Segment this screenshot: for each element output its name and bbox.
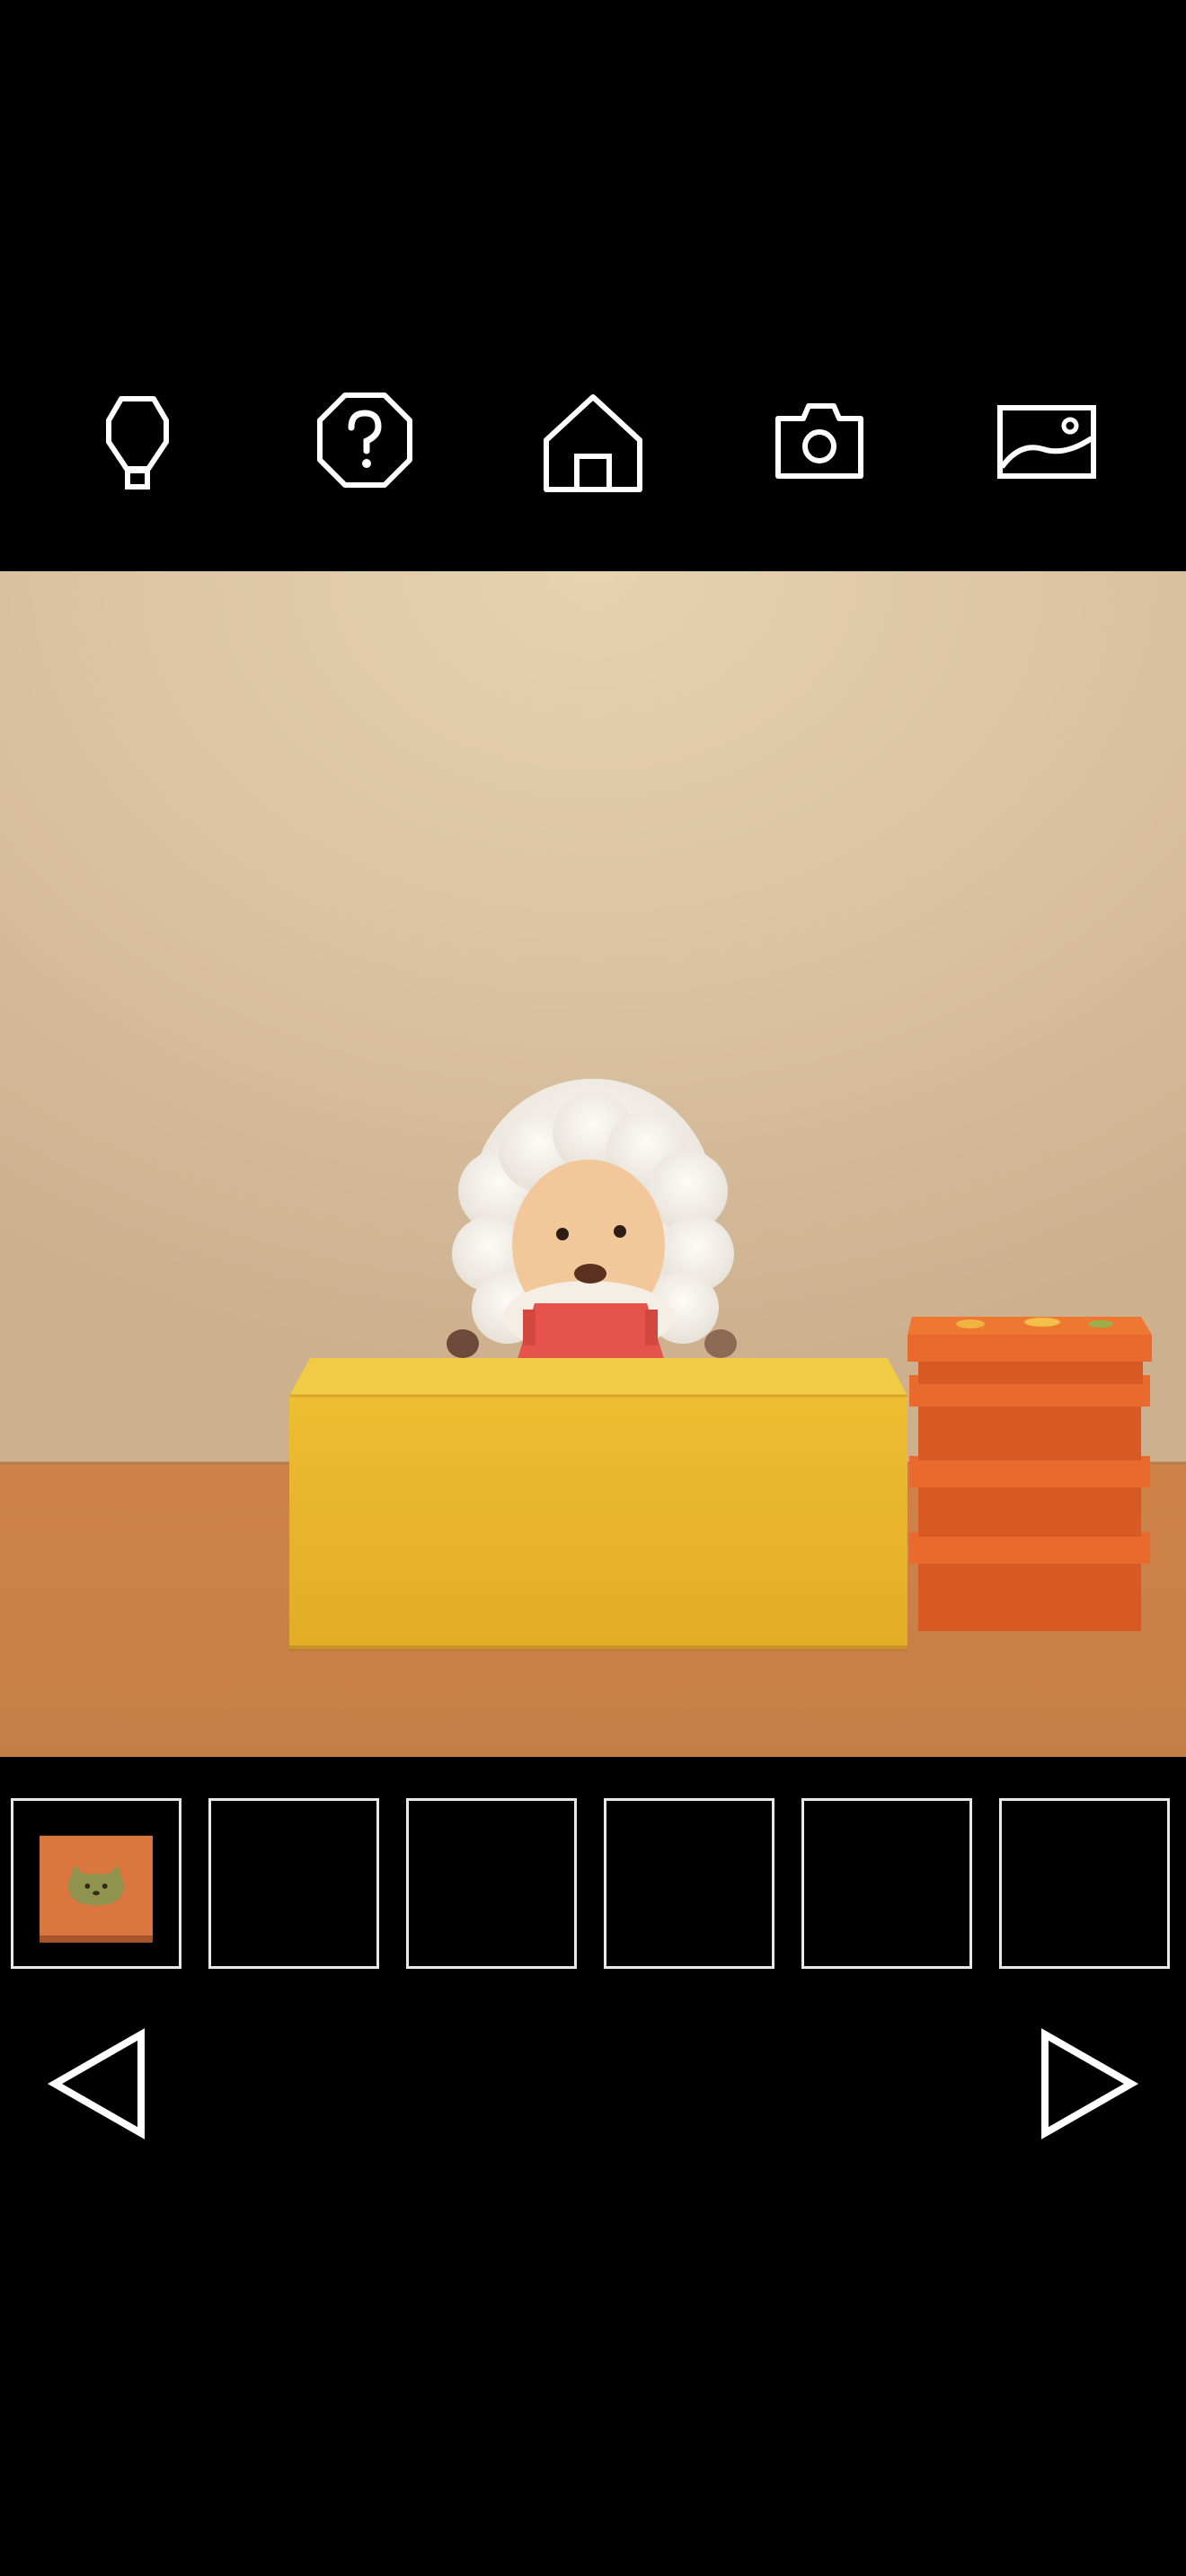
help-button[interactable] xyxy=(311,377,419,503)
inventory-slot-3[interactable] xyxy=(406,1798,577,1969)
camera-icon xyxy=(775,403,863,479)
orange-box-stack[interactable] xyxy=(907,1317,1152,1631)
orange-box-item-icon xyxy=(40,1835,153,1943)
home-icon xyxy=(544,394,642,492)
camera-button[interactable] xyxy=(766,377,873,503)
question-octagon-icon xyxy=(317,393,412,488)
hint-button[interactable] xyxy=(84,377,191,503)
inventory-bar xyxy=(0,1798,1186,1978)
triangle-left-icon xyxy=(47,2028,145,2139)
toolbar xyxy=(0,377,1186,503)
lightbulb-icon xyxy=(106,396,169,490)
yellow-box[interactable] xyxy=(289,1358,907,1651)
triangle-right-icon xyxy=(1041,2028,1139,2139)
image-gallery-icon xyxy=(997,405,1096,479)
inventory-slot-1[interactable] xyxy=(11,1798,181,1969)
home-button[interactable] xyxy=(539,377,647,503)
inventory-slot-2[interactable] xyxy=(208,1798,379,1969)
inventory-slot-5[interactable] xyxy=(801,1798,972,1969)
inventory-slot-4[interactable] xyxy=(604,1798,774,1969)
gallery-button[interactable] xyxy=(993,377,1101,503)
scene-illustration xyxy=(0,571,1186,1757)
game-scene[interactable] xyxy=(0,571,1186,1757)
next-view-button[interactable] xyxy=(1029,2025,1146,2142)
previous-view-button[interactable] xyxy=(40,2025,157,2142)
inventory-slot-6[interactable] xyxy=(999,1798,1170,1969)
